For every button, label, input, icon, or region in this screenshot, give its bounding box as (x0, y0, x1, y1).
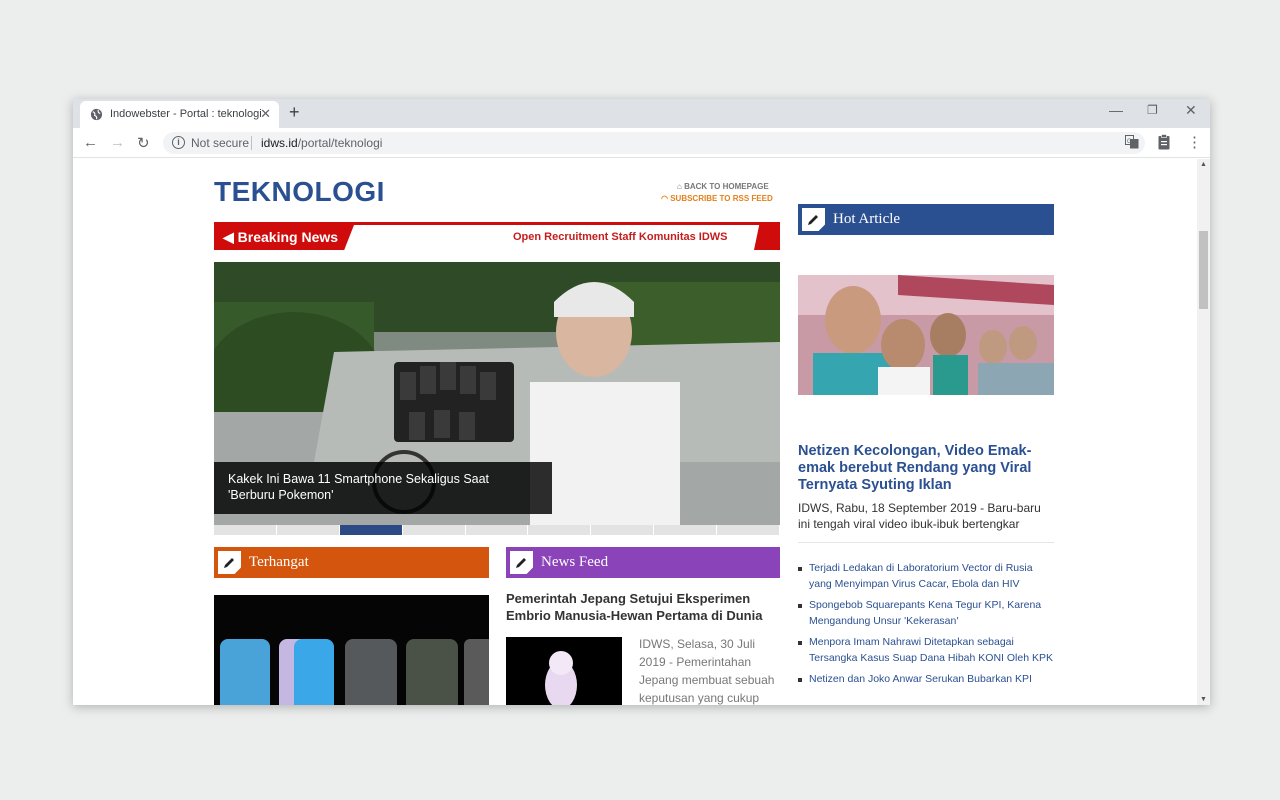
url-text[interactable]: idws.id/portal/teknologi (261, 136, 382, 150)
url-host: idws.id (261, 136, 298, 150)
hero-caption[interactable]: Kakek Ini Bawa 11 Smartphone Sekaligus S… (214, 462, 552, 514)
url-separator (251, 136, 252, 150)
slider-dot[interactable] (591, 525, 654, 535)
terhangat-image[interactable] (214, 595, 489, 705)
iphone-lineup-image (214, 595, 489, 705)
rss-icon: ◠ (661, 194, 671, 203)
url-path: /portal/teknologi (297, 136, 383, 150)
pencil-icon-container (802, 208, 825, 231)
back-to-homepage-link[interactable]: ⌂ BACK TO HOMEPAGE (677, 182, 769, 191)
hot-article-list: Terjadi Ledakan di Laboratorium Vector d… (798, 561, 1054, 694)
newsfeed-header: News Feed (506, 547, 780, 578)
back-home-label: BACK TO HOMEPAGE (684, 182, 769, 191)
address-bar[interactable]: i Not secure idws.id/portal/teknologi (163, 132, 1145, 154)
newsfeed-image[interactable] (506, 637, 622, 705)
slider-dot[interactable] (214, 525, 276, 535)
newsfeed-label: News Feed (541, 554, 609, 570)
breaking-news-label: ◀ Breaking News (214, 225, 354, 250)
pencil-icon (224, 558, 234, 568)
browser-tab[interactable]: Indowebster - Portal : teknologi ✕ (80, 101, 279, 128)
clipboard-icon[interactable] (1158, 134, 1170, 150)
hot-article-photo (798, 275, 1054, 395)
newsfeed-excerpt: IDWS, Selasa, 30 Juli 2019 - Pemerintaha… (639, 637, 775, 705)
breaking-news-headline[interactable]: Open Recruitment Staff Komunitas IDWS (513, 231, 728, 243)
slider-dot[interactable] (528, 525, 591, 535)
pencil-icon (516, 558, 526, 568)
breaking-news-text: Breaking News (237, 229, 339, 245)
hero-slide[interactable]: Kakek Ini Bawa 11 Smartphone Sekaligus S… (214, 262, 780, 525)
slider-dot[interactable] (402, 525, 465, 535)
slider-dot[interactable] (276, 525, 339, 535)
back-button[interactable]: ← (83, 134, 98, 151)
pencil-icon-container (510, 551, 533, 574)
tab-close-icon[interactable]: ✕ (260, 106, 271, 122)
page-title: TEKNOLOGI (214, 176, 385, 207)
rss-link[interactable]: ◠ SUBSCRIBE TO RSS FEED (661, 194, 773, 203)
hot-list-item[interactable]: Netizen dan Joko Anwar Serukan Bubarkan … (798, 672, 1054, 688)
terhangat-label: Terhangat (249, 554, 309, 570)
scrollbar[interactable]: ▲ ▼ (1197, 159, 1210, 705)
minimize-button[interactable]: — (1109, 102, 1123, 118)
slider-dot[interactable] (717, 525, 780, 535)
breaking-news-bar: ◀ Breaking News Open Recruitment Staff K… (214, 222, 780, 250)
newsfeed-article-title[interactable]: Pemerintah Jepang Setujui Eksperimen Emb… (506, 590, 781, 624)
slider-dot[interactable] (465, 525, 528, 535)
slider-indicators (214, 525, 780, 535)
svg-text:G: G (1127, 139, 1132, 145)
rss-label: SUBSCRIBE TO RSS FEED (670, 194, 773, 203)
megaphone-icon: ◀ (223, 229, 238, 245)
hot-article-header: Hot Article (798, 204, 1054, 235)
browser-toolbar: ← → ↻ i Not secure idws.id/portal/teknol… (73, 128, 1210, 158)
pencil-icon-container (218, 551, 241, 574)
hot-article-image[interactable] (798, 275, 1054, 395)
new-tab-button[interactable]: + (289, 102, 300, 123)
terhangat-header: Terhangat (214, 547, 489, 578)
hot-list-item[interactable]: Spongebob Squarepants Kena Tegur KPI, Ka… (798, 598, 1054, 629)
menu-icon[interactable]: ⋮ (1187, 133, 1202, 151)
restore-button[interactable]: ❐ (1147, 103, 1158, 117)
hot-article-excerpt: IDWS, Rabu, 18 September 2019 - Baru-bar… (798, 501, 1041, 531)
reload-button[interactable]: ↻ (137, 134, 150, 152)
forward-button[interactable]: → (110, 134, 125, 151)
scroll-up-icon[interactable]: ▲ (1200, 161, 1207, 168)
breaking-news-end-cap (754, 225, 780, 250)
pencil-icon (808, 215, 818, 225)
info-icon[interactable]: i (172, 136, 185, 149)
scroll-down-icon[interactable]: ▼ (1200, 696, 1207, 703)
home-icon: ⌂ (677, 182, 685, 191)
hot-article-title[interactable]: Netizen Kecolongan, Video Emak-emak bere… (798, 443, 1054, 494)
divider (798, 542, 1054, 543)
slider-dot[interactable] (654, 525, 717, 535)
not-secure-label: Not secure (191, 136, 250, 150)
scroll-thumb[interactable] (1199, 231, 1208, 309)
close-window-button[interactable]: ✕ (1185, 102, 1197, 119)
hot-list-item[interactable]: Menpora Imam Nahrawi Ditetapkan sebagai … (798, 635, 1054, 666)
page-viewport: TEKNOLOGI ⌂ BACK TO HOMEPAGE ◠ SUBSCRIBE… (73, 159, 1197, 705)
globe-icon (90, 108, 103, 121)
tab-title: Indowebster - Portal : teknologi (110, 108, 262, 120)
browser-window: Indowebster - Portal : teknologi ✕ + — ❐… (73, 99, 1210, 705)
hot-list-item[interactable]: Terjadi Ledakan di Laboratorium Vector d… (798, 561, 1054, 592)
slider-dot[interactable] (339, 525, 402, 535)
hot-article-label: Hot Article (833, 211, 901, 227)
embryo-image (506, 637, 622, 705)
tab-strip: Indowebster - Portal : teknologi ✕ + — ❐… (73, 99, 1210, 128)
translate-icon[interactable]: G (1125, 135, 1139, 149)
